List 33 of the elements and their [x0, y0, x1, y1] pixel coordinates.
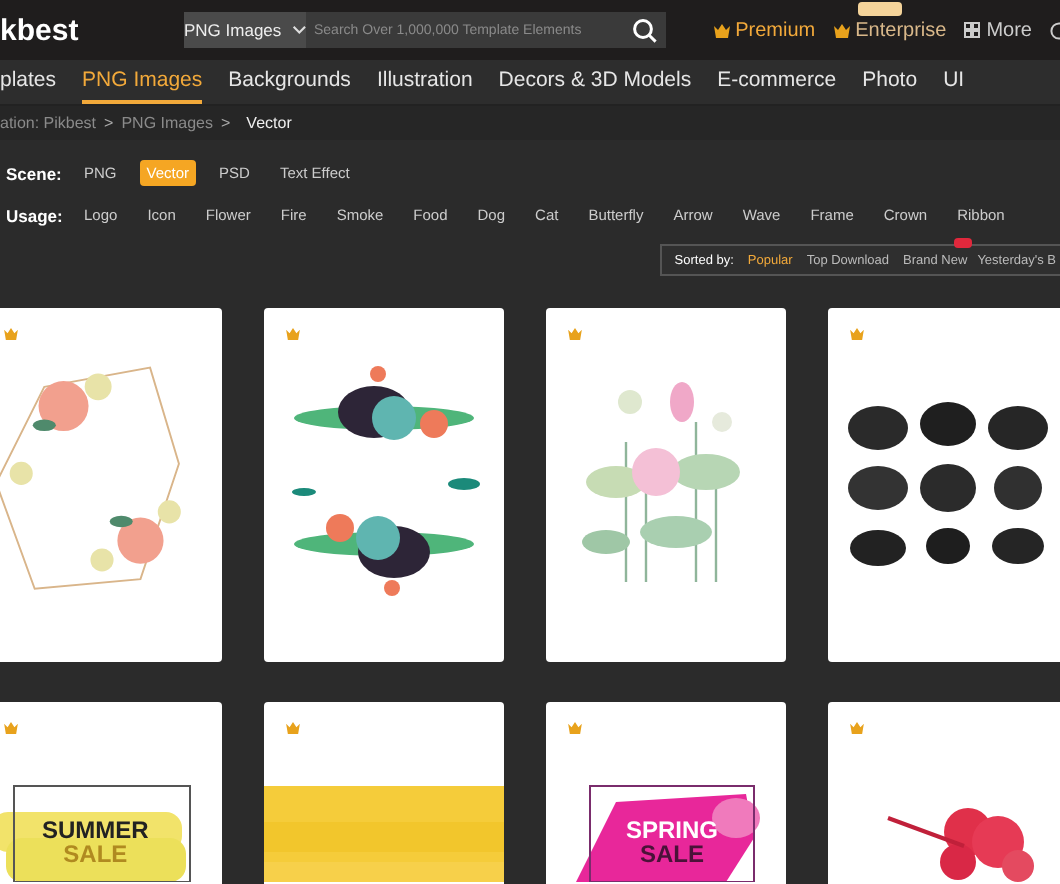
nav-tab[interactable]: UI: [943, 60, 965, 104]
breadcrumb-link[interactable]: Vector: [246, 114, 292, 132]
template-card[interactable]: [264, 308, 504, 662]
template-card[interactable]: SPRING SALE: [546, 702, 786, 884]
grid-icon: [964, 22, 981, 38]
crown-icon: [833, 23, 850, 37]
promo-badge: [857, 1, 902, 15]
premium-link[interactable]: Premium: [713, 19, 816, 41]
chevron-icon: [291, 24, 306, 36]
breadcrumb-link[interactable]: ation: Pikbest: [0, 114, 97, 132]
breadcrumb-link[interactable]: PNG Images: [121, 114, 213, 132]
template-card[interactable]: SUMMER SALE: [0, 702, 222, 884]
poster-title: SUMMER: [42, 818, 149, 842]
nav-tab[interactable]: E-commerce: [717, 60, 837, 104]
nav-tab[interactable]: Backgrounds: [228, 60, 351, 104]
poster-subtitle: SALE: [640, 842, 705, 866]
nav-tab[interactable]: Photo: [862, 60, 918, 104]
enterprise-link[interactable]: Enterprise: [833, 19, 947, 41]
breadcrumb-separator: >: [104, 114, 114, 132]
more-link[interactable]: More: [964, 19, 1032, 41]
breadcrumb-separator: >: [221, 114, 231, 132]
crown-icon: [713, 23, 730, 37]
logo[interactable]: kbest: [0, 13, 184, 47]
search-button[interactable]: [622, 12, 666, 48]
nav-tab[interactable]: plates: [0, 60, 57, 104]
nav-tab[interactable]: Decors & 3D Models: [498, 60, 692, 104]
filter-label: Scene:: [6, 163, 60, 183]
poster-title: SPRING: [626, 818, 719, 842]
nav-tab[interactable]: Illustration: [376, 60, 473, 104]
poster-subtitle: SALE: [63, 842, 128, 866]
category-dropdown[interactable]: PNG Images: [184, 12, 306, 48]
filter-label: Usage:: [6, 205, 60, 225]
template-card[interactable]: [828, 308, 1060, 662]
